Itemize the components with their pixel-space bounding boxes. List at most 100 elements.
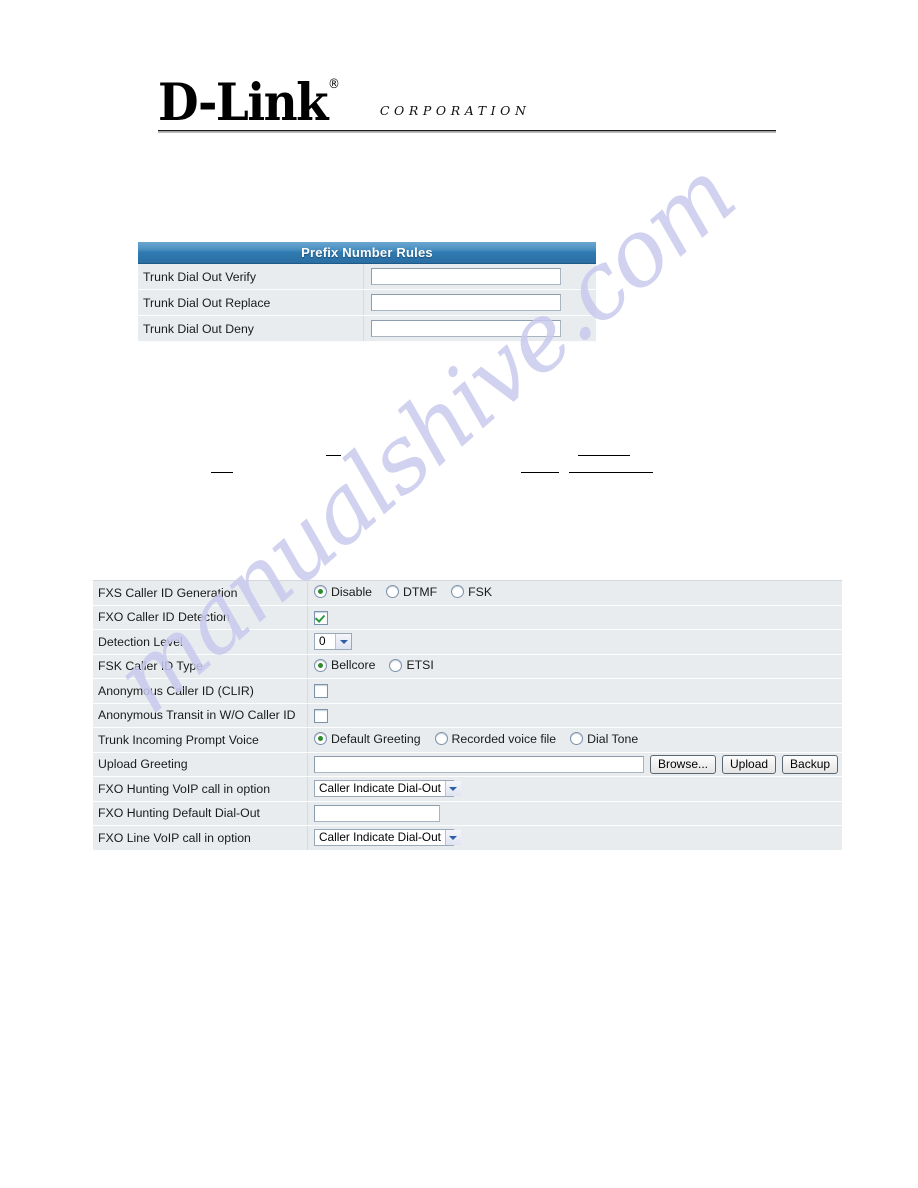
- table-row: FXO Hunting Default Dial-Out: [93, 800, 842, 826]
- fxo-line-voip-call-in-option-label: FXO Line VoIP call in option: [93, 825, 308, 851]
- radio-option-bellcore[interactable]: Bellcore: [314, 658, 375, 672]
- radio-option-default-greeting[interactable]: Default Greeting: [314, 732, 421, 746]
- trunk-dial-out-verify-label: Trunk Dial Out Verify: [138, 263, 364, 290]
- trunk-dial-out-deny-label: Trunk Dial Out Deny: [138, 315, 364, 342]
- detection-level-value: 0: [319, 634, 326, 649]
- anonymous-caller-id-clir-cell: [307, 678, 842, 704]
- detection-level-cell: 0: [307, 629, 842, 655]
- radio-label: Recorded voice file: [451, 731, 557, 746]
- underline-artifact: [521, 472, 559, 473]
- table-row: Trunk Dial Out Verify: [138, 263, 596, 290]
- underline-artifact: [578, 455, 630, 456]
- radio-option-dtmf[interactable]: DTMF: [386, 585, 437, 599]
- anonymous-caller-id-clir-label: Anonymous Caller ID (CLIR): [93, 678, 308, 704]
- fxo-hunting-default-dial-out-cell: [307, 800, 842, 826]
- radio-label: Disable: [331, 584, 373, 599]
- detection-level-label: Detection Level: [93, 629, 308, 655]
- detection-level-select[interactable]: 0: [314, 633, 352, 651]
- table-row: FXO Line VoIP call in option Caller Indi…: [93, 825, 842, 851]
- underline-artifact: [211, 472, 233, 473]
- radio-option-etsi[interactable]: ETSI: [389, 658, 434, 672]
- fxo-hunting-voip-call-in-option-cell: Caller Indicate Dial-Out: [307, 776, 842, 802]
- radio-label: ETSI: [406, 658, 434, 672]
- fxo-hunting-voip-call-in-option-select[interactable]: Caller Indicate Dial-Out: [314, 780, 461, 798]
- trunk-dial-out-deny-input[interactable]: [371, 320, 561, 337]
- logo-row: D-Link® CORPORATION: [158, 72, 776, 129]
- prefix-table-title: Prefix Number Rules: [138, 242, 596, 264]
- table-row: Anonymous Transit in W/O Caller ID: [93, 702, 842, 728]
- radio-option-disable[interactable]: Disable: [314, 585, 372, 599]
- fxo-line-voip-call-in-option-cell: Caller Indicate Dial-Out: [307, 825, 842, 851]
- radio-option-fsk[interactable]: FSK: [451, 585, 492, 599]
- anonymous-transit-wo-caller-id-label: Anonymous Transit in W/O Caller ID: [93, 702, 308, 728]
- fxo-caller-id-detection-checkbox[interactable]: [314, 610, 328, 625]
- upload-greeting-file-input[interactable]: [314, 755, 644, 773]
- table-row: FSK Caller ID Type Bellcore ETSI: [93, 653, 842, 679]
- fxo-caller-id-detection-cell: [307, 604, 842, 630]
- table-row: Detection Level 0: [93, 629, 842, 655]
- registered-trademark-icon: ®: [328, 77, 340, 93]
- fxs-caller-id-generation-label: FXS Caller ID Generation: [93, 580, 308, 606]
- table-row: FXO Caller ID Detection: [93, 604, 842, 630]
- radio-dot-icon: [434, 732, 448, 745]
- trunk-dial-out-deny-cell: [363, 315, 596, 342]
- table-row: Anonymous Caller ID (CLIR): [93, 678, 842, 704]
- upload-greeting-cell: Browse... Upload Backup: [307, 751, 842, 777]
- radio-dot-icon: [451, 585, 465, 598]
- radio-label: FSK: [468, 584, 493, 599]
- radio-option-recorded-voice-file[interactable]: Recorded voice file: [434, 731, 557, 746]
- radio-dot-icon: [386, 585, 400, 598]
- radio-dot-icon: [314, 585, 327, 598]
- table-row: Trunk Dial Out Deny: [138, 315, 596, 342]
- table-row: FXO Hunting VoIP call in option Caller I…: [93, 776, 842, 802]
- trunk-incoming-prompt-voice-radio-group: Default Greeting Recorded voice file Dia…: [314, 732, 652, 746]
- fxs-caller-id-generation-cell: Disable DTMF FSK: [307, 580, 842, 606]
- anonymous-transit-wo-caller-id-checkbox[interactable]: [314, 708, 328, 723]
- fxo-hunting-voip-call-in-option-value: Caller Indicate Dial-Out: [319, 781, 441, 796]
- radio-dot-icon: [570, 732, 584, 745]
- underline-artifact: [569, 472, 653, 473]
- prefix-number-rules-table: Prefix Number Rules Trunk Dial Out Verif…: [138, 242, 596, 342]
- trunk-dial-out-replace-label: Trunk Dial Out Replace: [138, 289, 364, 316]
- table-row: Upload Greeting Browse... Upload Backup: [93, 751, 842, 777]
- trunk-incoming-prompt-voice-cell: Default Greeting Recorded voice file Dia…: [307, 727, 842, 753]
- fsk-caller-id-type-radio-group: Bellcore ETSI: [314, 658, 448, 672]
- radio-label: DTMF: [403, 584, 438, 599]
- upload-greeting-label: Upload Greeting: [93, 751, 308, 777]
- fxo-hunting-default-dial-out-input[interactable]: [314, 804, 440, 822]
- fsk-caller-id-type-label: FSK Caller ID Type: [93, 653, 308, 679]
- chevron-down-icon: [444, 830, 461, 846]
- trunk-dial-out-replace-input[interactable]: [371, 294, 561, 311]
- radio-label: Dial Tone: [587, 731, 639, 746]
- chevron-down-icon: [335, 634, 351, 650]
- prefix-table-header-row: Prefix Number Rules: [138, 242, 596, 264]
- anonymous-caller-id-clir-checkbox[interactable]: [314, 684, 328, 699]
- brand-name: D-Link: [158, 73, 329, 134]
- chevron-down-icon: [444, 781, 461, 797]
- table-row: Trunk Incoming Prompt Voice Default Gree…: [93, 727, 842, 753]
- radio-label: Default Greeting: [331, 731, 421, 746]
- fxo-line-voip-call-in-option-select[interactable]: Caller Indicate Dial-Out: [314, 829, 461, 847]
- trunk-dial-out-verify-cell: [363, 263, 596, 290]
- trunk-dial-out-verify-input[interactable]: [371, 268, 561, 285]
- backup-button[interactable]: Backup: [782, 754, 839, 774]
- trunk-incoming-prompt-voice-label: Trunk Incoming Prompt Voice: [93, 727, 308, 753]
- fxs-caller-id-generation-radio-group: Disable DTMF FSK: [314, 585, 506, 599]
- fsk-caller-id-type-cell: Bellcore ETSI: [307, 653, 842, 679]
- upload-greeting-controls: Browse... Upload Backup: [314, 754, 842, 774]
- upload-button[interactable]: Upload: [722, 754, 777, 774]
- radio-option-dial-tone[interactable]: Dial Tone: [570, 732, 638, 746]
- radio-label: Bellcore: [331, 658, 376, 672]
- radio-dot-icon: [314, 658, 327, 672]
- radio-dot-icon: [389, 658, 403, 672]
- underline-artifact: [326, 455, 341, 456]
- trunk-dial-out-replace-cell: [363, 289, 596, 316]
- brand-wordmark: D-Link®: [158, 77, 340, 129]
- fxo-caller-id-detection-label: FXO Caller ID Detection: [93, 604, 308, 630]
- fxo-line-voip-call-in-option-value: Caller Indicate Dial-Out: [319, 830, 441, 845]
- dlink-logo-header: D-Link® CORPORATION: [158, 72, 776, 133]
- table-row: Trunk Dial Out Replace: [138, 289, 596, 316]
- corporation-tagline: CORPORATION: [379, 103, 531, 118]
- browse-button[interactable]: Browse...: [650, 754, 717, 774]
- caller-id-settings-table: FXS Caller ID Generation Disable DTMF FS…: [93, 580, 842, 851]
